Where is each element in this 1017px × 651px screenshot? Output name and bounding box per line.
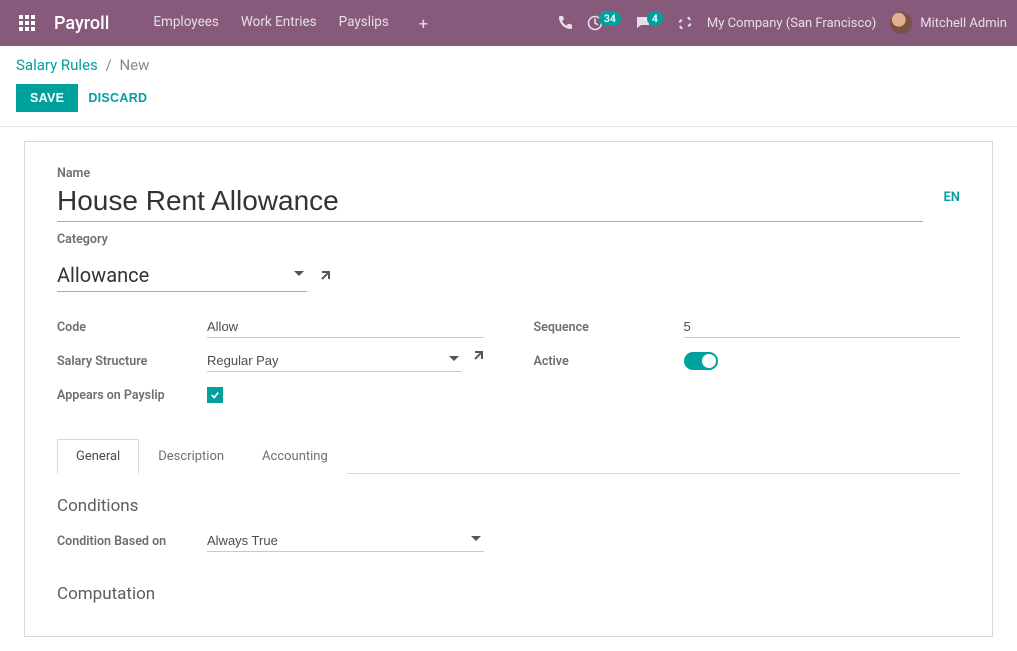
- breadcrumb: Salary Rules / New: [16, 56, 1001, 74]
- app-brand[interactable]: Payroll: [54, 13, 109, 34]
- code-label: Code: [57, 320, 207, 335]
- breadcrumb-separator: /: [106, 56, 112, 74]
- discard-button[interactable]: DISCARD: [88, 91, 147, 105]
- nav-employees[interactable]: Employees: [151, 10, 221, 37]
- nav-work-entries[interactable]: Work Entries: [239, 10, 319, 37]
- notebook-tabs: General Description Accounting: [57, 438, 960, 474]
- apps-icon[interactable]: [16, 12, 38, 34]
- category-label: Category: [57, 232, 960, 247]
- category-select[interactable]: Allowance: [57, 261, 307, 292]
- active-toggle[interactable]: [684, 352, 718, 370]
- discuss-badge: 4: [647, 11, 663, 26]
- code-input[interactable]: [207, 316, 484, 338]
- appears-checkbox[interactable]: [207, 387, 223, 403]
- computation-title: Computation: [57, 584, 960, 604]
- activities-icon[interactable]: 34: [587, 15, 621, 31]
- sequence-label: Sequence: [534, 320, 684, 335]
- name-label: Name: [57, 166, 960, 181]
- username: Mitchell Admin: [920, 16, 1007, 31]
- save-button[interactable]: SAVE: [16, 84, 78, 112]
- discuss-icon[interactable]: 4: [635, 15, 663, 31]
- breadcrumb-root[interactable]: Salary Rules: [16, 56, 98, 74]
- conditions-title: Conditions: [57, 496, 960, 516]
- sequence-input[interactable]: [684, 316, 961, 338]
- activities-badge: 34: [599, 11, 621, 26]
- translate-button[interactable]: EN: [943, 190, 960, 205]
- chevron-down-icon: [448, 353, 460, 369]
- structure-label: Salary Structure: [57, 354, 207, 369]
- avatar: [890, 12, 912, 34]
- user-menu[interactable]: Mitchell Admin: [890, 12, 1007, 34]
- structure-select[interactable]: [207, 350, 462, 372]
- chevron-down-icon: [293, 268, 305, 284]
- debug-icon[interactable]: [677, 15, 693, 31]
- appears-label: Appears on Payslip: [57, 388, 207, 403]
- tab-accounting[interactable]: Accounting: [243, 439, 347, 474]
- chevron-down-icon: [470, 533, 482, 549]
- tab-description[interactable]: Description: [139, 439, 243, 474]
- condition-based-input[interactable]: [207, 530, 484, 552]
- condition-based-label: Condition Based on: [57, 534, 207, 549]
- structure-input[interactable]: [207, 350, 462, 372]
- category-value: Allowance: [57, 261, 307, 292]
- nav-add-icon[interactable]: +: [409, 10, 438, 37]
- external-link-icon[interactable]: [472, 350, 484, 366]
- form-sheet: Name EN Category Allowance Code Salar: [24, 141, 993, 637]
- tab-general[interactable]: General: [57, 439, 139, 474]
- name-input[interactable]: [57, 183, 923, 222]
- breadcrumb-current: New: [119, 56, 149, 74]
- condition-based-select[interactable]: [207, 530, 484, 552]
- phone-icon[interactable]: [557, 15, 573, 31]
- company-switcher[interactable]: My Company (San Francisco): [707, 16, 876, 31]
- active-label: Active: [534, 354, 684, 369]
- nav-payslips[interactable]: Payslips: [337, 10, 391, 37]
- external-link-icon[interactable]: [319, 270, 331, 286]
